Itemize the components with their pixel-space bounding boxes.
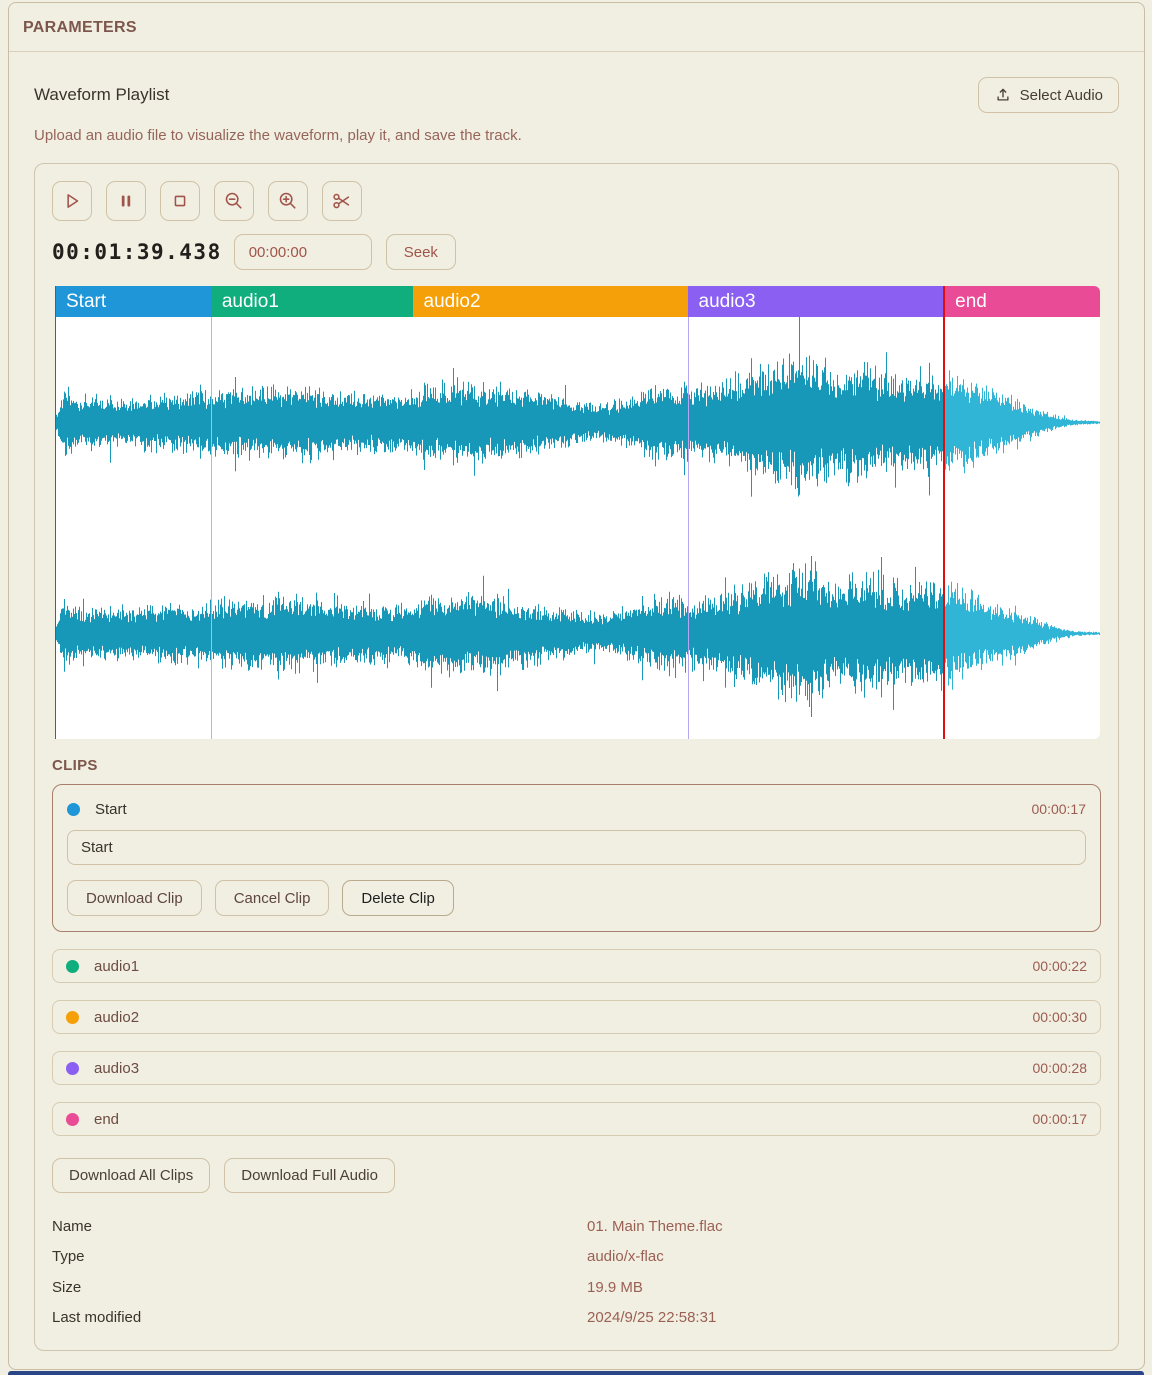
file-info-value: 01. Main Theme.flac	[587, 1218, 723, 1235]
parameters-panel: PARAMETERS Waveform Playlist Select Audi…	[8, 2, 1145, 1370]
file-info-row: Name01. Main Theme.flac	[52, 1211, 1101, 1242]
file-info-label: Type	[52, 1248, 587, 1265]
clip-card-start[interactable]: Start 00:00:17 Download ClipCancel ClipD…	[52, 784, 1101, 932]
file-info: Name01. Main Theme.flacTypeaudio/x-flacS…	[52, 1211, 1101, 1333]
clip-duration: 00:00:17	[1033, 1111, 1088, 1127]
segment-label-text: audio3	[688, 291, 756, 313]
segment-label-text: Start	[55, 291, 106, 313]
start-cursor-line	[55, 286, 56, 739]
current-time-display: 00:01:39.438	[52, 240, 222, 264]
clips-heading: CLIPS	[52, 757, 1101, 774]
panel-title: PARAMETERS	[23, 19, 1130, 37]
stop-icon	[169, 190, 191, 212]
cut-button[interactable]	[322, 181, 362, 221]
clip-color-dot	[66, 960, 79, 973]
clip-name: audio1	[94, 958, 139, 975]
file-info-label: Size	[52, 1279, 587, 1296]
pause-button[interactable]	[106, 181, 146, 221]
clip-row-audio1[interactable]: audio1 00:00:22	[52, 949, 1101, 983]
segment-label-end[interactable]: end	[944, 286, 1100, 317]
seek-button-label: Seek	[404, 244, 438, 261]
panel-header: PARAMETERS	[9, 3, 1144, 51]
file-info-value: 2024/9/25 22:58:31	[587, 1309, 716, 1326]
pause-icon	[115, 190, 137, 212]
downloads-row: Download All Clips Download Full Audio	[52, 1158, 1101, 1193]
clip-action-label: Cancel Clip	[234, 890, 311, 907]
file-info-row: Size19.9 MB	[52, 1272, 1101, 1303]
waveform-playlist-page: PARAMETERS Waveform Playlist Select Audi…	[0, 0, 1152, 1375]
clip-name: Start	[95, 801, 127, 818]
clip-actions: Download Clip Cancel Clip Delete Clip	[67, 880, 1086, 916]
transport-toolbar	[52, 181, 1101, 221]
clip-duration: 00:00:17	[1032, 801, 1087, 817]
panel-content: Waveform Playlist Select Audio Upload an…	[9, 52, 1144, 1370]
play-button[interactable]	[52, 181, 92, 221]
file-info-row: Last modified2024/9/25 22:58:31	[52, 1303, 1101, 1334]
clip-color-dot	[67, 803, 80, 816]
clip-color-dot	[66, 1062, 79, 1075]
file-info-value: 19.9 MB	[587, 1279, 643, 1296]
time-row: 00:01:39.438 Seek	[52, 234, 1101, 270]
clip-row-audio2[interactable]: audio2 00:00:30	[52, 1000, 1101, 1034]
clip-name: end	[94, 1111, 119, 1128]
segment-label-text: audio1	[211, 291, 279, 313]
clip-header[interactable]: Start 00:00:17	[67, 797, 1086, 821]
zoom-out-icon	[223, 190, 245, 212]
clip-duration: 00:00:22	[1033, 958, 1088, 974]
clip-duration: 00:00:30	[1033, 1009, 1088, 1025]
select-audio-label: Select Audio	[1020, 87, 1103, 104]
clip-color-dot	[66, 1011, 79, 1024]
select-audio-button[interactable]: Select Audio	[978, 77, 1119, 113]
page-title: Waveform Playlist	[34, 85, 169, 105]
stop-button[interactable]	[160, 181, 200, 221]
clip-duration: 00:00:28	[1033, 1060, 1088, 1076]
upload-icon	[994, 86, 1012, 104]
zoom-in-icon	[277, 190, 299, 212]
segment-label-audio3[interactable]: audio3	[688, 286, 945, 317]
waveform-tool-panel: 00:01:39.438 Seek Startaudio1audio2audio…	[34, 163, 1119, 1351]
zoom-in-button[interactable]	[268, 181, 308, 221]
playhead-line	[943, 286, 945, 739]
clip-action-label: Download Clip	[86, 890, 183, 907]
clip-name: audio2	[94, 1009, 139, 1026]
seek-button[interactable]: Seek	[386, 234, 456, 270]
clip-row-audio3[interactable]: audio3 00:00:28	[52, 1051, 1101, 1085]
cancel-clip-button[interactable]: Cancel Clip	[215, 880, 330, 916]
clip-row-end[interactable]: end 00:00:17	[52, 1102, 1101, 1136]
delete-clip-button[interactable]: Delete Clip	[342, 880, 453, 916]
segment-boundary-line-1	[688, 317, 689, 739]
segment-boundary-line-0	[211, 317, 212, 739]
page-subtitle: Upload an audio file to visualize the wa…	[34, 127, 1119, 144]
download-all-clips-label: Download All Clips	[69, 1167, 193, 1184]
clip-name-input[interactable]	[67, 830, 1086, 865]
seek-time-input[interactable]	[234, 234, 372, 270]
segment-label-text: end	[944, 291, 987, 313]
waveform-display[interactable]: Start audio1 audio2 audio3 end	[55, 286, 1100, 739]
file-info-row: Typeaudio/x-flac	[52, 1242, 1101, 1273]
segment-label-text: audio2	[413, 291, 481, 313]
clip-action-label: Delete Clip	[361, 890, 434, 907]
file-info-label: Name	[52, 1218, 587, 1235]
segment-label-audio2[interactable]: audio2	[413, 286, 688, 317]
scissors-icon	[331, 190, 353, 212]
play-icon	[61, 190, 83, 212]
download-all-clips-button[interactable]: Download All Clips	[52, 1158, 210, 1193]
clip-name: audio3	[94, 1060, 139, 1077]
clip-color-dot	[66, 1113, 79, 1126]
download-full-audio-label: Download Full Audio	[241, 1167, 378, 1184]
zoom-out-button[interactable]	[214, 181, 254, 221]
file-info-label: Last modified	[52, 1309, 587, 1326]
download-full-audio-button[interactable]: Download Full Audio	[224, 1158, 395, 1193]
next-panel-edge	[8, 1371, 1144, 1375]
segment-label-audio1[interactable]: audio1	[211, 286, 413, 317]
download-clip-button[interactable]: Download Clip	[67, 880, 202, 916]
file-info-value: audio/x-flac	[587, 1248, 664, 1265]
segment-label-Start[interactable]: Start	[55, 286, 211, 317]
